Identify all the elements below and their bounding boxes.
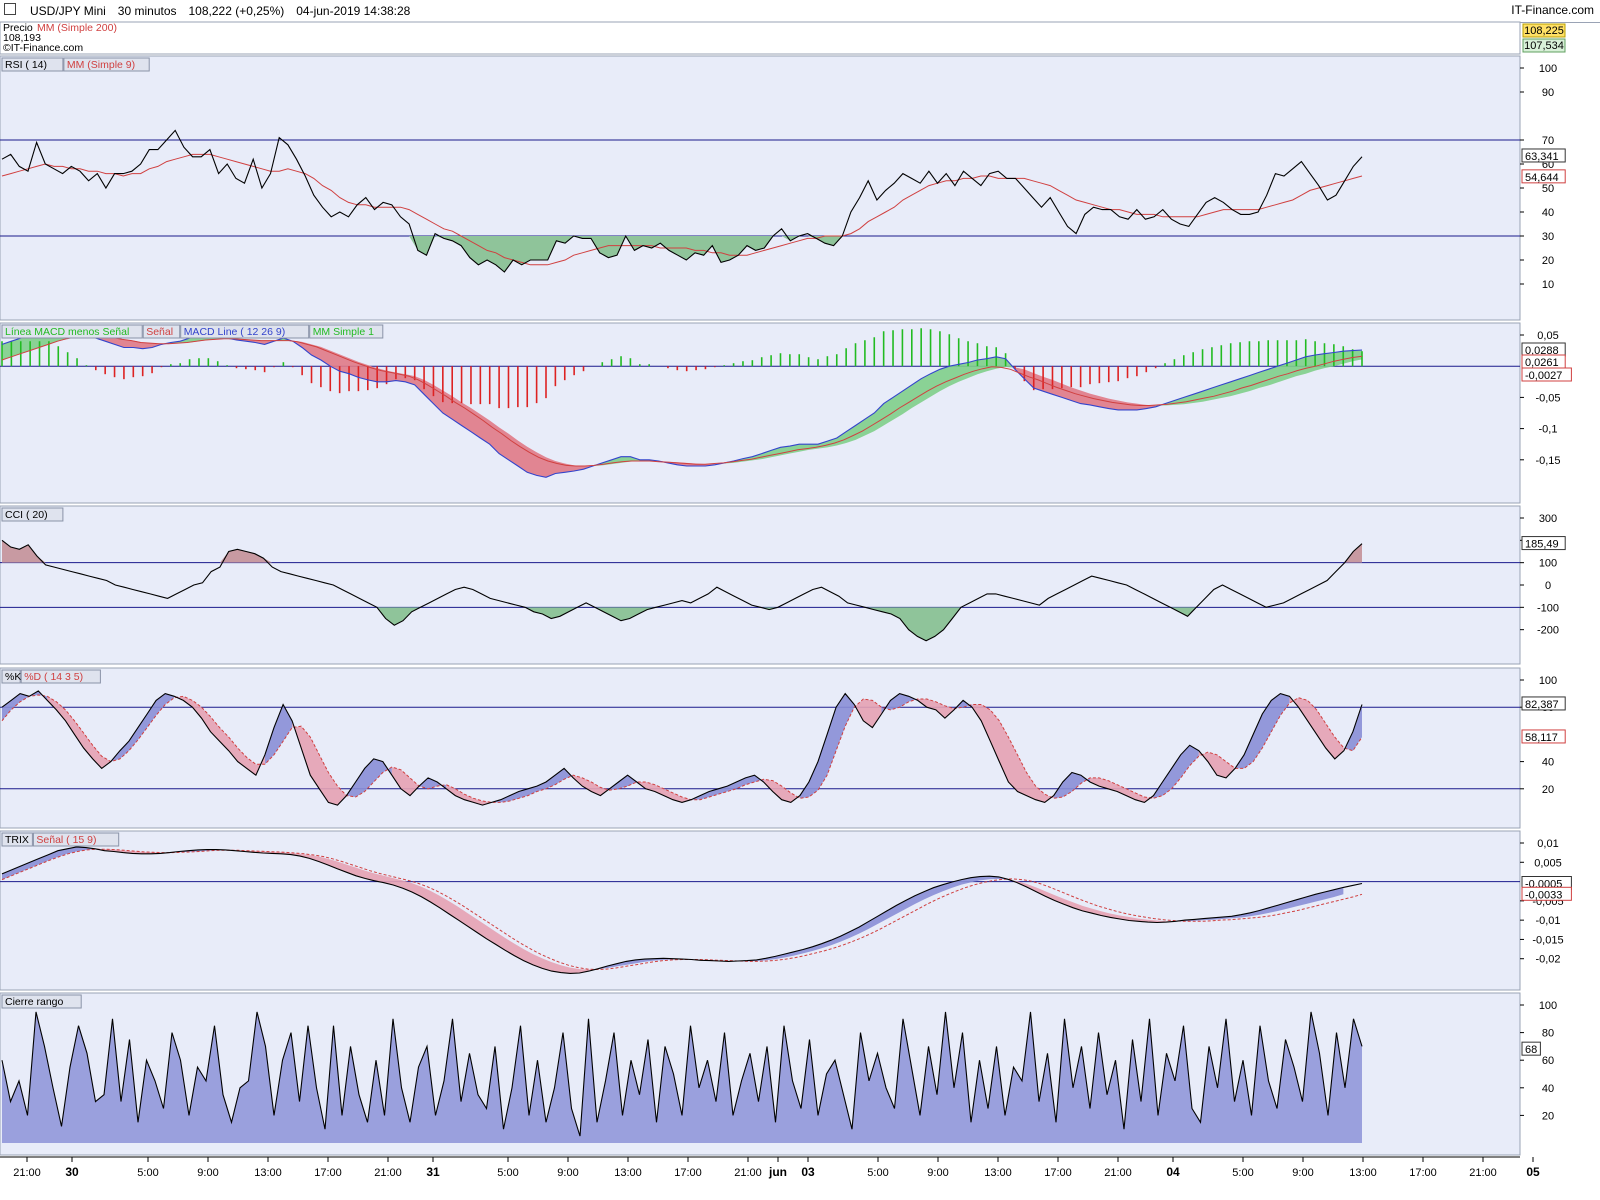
rsi-current-badge: 63,341 [1525,151,1559,163]
trix-ytick-label: -0,02 [1535,954,1560,966]
macd-current-badge: 0,0261 [1525,357,1559,369]
cci-ytick-label: -200 [1537,625,1559,637]
x-tick-label: 21:00 [734,1167,762,1179]
x-tick-label: 17:00 [314,1167,342,1179]
x-tick-label: 17:00 [1044,1167,1072,1179]
trix-current-badge: -0,0033 [1525,889,1562,901]
price-ma-legend: MM (Simple 200) [37,22,117,34]
x-tick-label: 04 [1166,1165,1180,1179]
stochastic-ytick-label: 100 [1539,675,1557,687]
x-tick-label: 13:00 [254,1167,282,1179]
rsi-panel-bg [0,55,1521,321]
rsi-ytick-label: 100 [1539,63,1557,75]
x-tick-label: 21:00 [1469,1167,1497,1179]
x-tick-label: 17:00 [674,1167,702,1179]
macd-ytick-label: -0,15 [1535,455,1560,467]
close_range-current-badge: 68 [1525,1044,1537,1056]
x-tick-label: 13:00 [614,1167,642,1179]
x-tick-label: 13:00 [984,1167,1012,1179]
macd-ytick-label: -0,1 [1539,424,1558,436]
rsi-ytick-label: 50 [1542,183,1554,195]
trix-legend-label: TRIX [5,834,29,846]
stochastic-current-badge: 58,117 [1525,732,1558,744]
stochastic-ytick-label: 20 [1542,784,1554,796]
macd-panel-bg [0,322,1521,504]
x-tick-label: 21:00 [13,1167,41,1179]
x-tick-label: 9:00 [197,1167,218,1179]
ma-badge: 107,534 [1524,40,1564,52]
close_range-legend-label: Cierre rango [5,996,64,1008]
cci-ytick-label: -100 [1537,602,1559,614]
trix-ytick-label: -0,01 [1535,915,1560,927]
x-tick-label: jun [768,1165,787,1179]
trix-ytick-label: 0,005 [1534,857,1562,869]
macd-legend-label: MACD Line ( 12 26 9) [184,326,286,338]
cci-current-badge: 185,49 [1525,539,1559,551]
stochastic-legend-label: %K [5,671,21,683]
macd-ytick-label: -0,05 [1535,392,1560,404]
stochastic-current-badge: 82,387 [1525,699,1559,711]
macd-ytick-label: 0,05 [1537,330,1558,342]
rsi-ytick-label: 20 [1542,255,1554,267]
close_range-ytick-label: 100 [1539,1000,1557,1012]
x-tick-label: 9:00 [557,1167,578,1179]
rsi-ytick-label: 90 [1542,87,1554,99]
close_range-ytick-label: 20 [1542,1110,1554,1122]
trix-ytick-label: 0,01 [1537,838,1558,850]
x-tick-label: 5:00 [867,1167,888,1179]
close_range-ytick-label: 40 [1542,1083,1554,1095]
close_range-ytick-label: 80 [1542,1028,1554,1040]
close_range-ytick-label: 60 [1542,1055,1554,1067]
x-tick-label: 9:00 [927,1167,948,1179]
macd-current-badge: -0,0027 [1525,370,1562,382]
trix-ytick-label: -0,015 [1532,934,1563,946]
cci-ytick-label: 300 [1539,513,1557,525]
x-tick-label: 5:00 [1232,1167,1253,1179]
cci-ytick-label: 100 [1539,558,1557,570]
rsi-ytick-label: 70 [1542,135,1554,147]
x-tick-label: 17:00 [1409,1167,1437,1179]
stochastic-legend-label: %D ( 14 3 5) [24,671,83,683]
rsi-legend-label: MM (Simple 9) [67,59,135,71]
x-tick-label: 5:00 [497,1167,518,1179]
trix-legend-label: Señal ( 15 9) [36,834,96,846]
chart-canvas[interactable]: Precio MM (Simple 200)108,193©IT-Finance.… [0,0,1600,1200]
x-tick-label: 5:00 [137,1167,158,1179]
x-tick-label: 30 [65,1165,79,1179]
rsi-ytick-label: 10 [1542,279,1554,291]
x-tick-label: 9:00 [1292,1167,1313,1179]
cci-legend-label: CCI ( 20) [5,509,48,521]
rsi-legend-label: RSI ( 14) [5,59,47,71]
rsi-ytick-label: 40 [1542,207,1554,219]
x-tick-label: 05 [1526,1165,1540,1179]
stochastic-ytick-label: 40 [1542,757,1554,769]
x-tick-label: 21:00 [1104,1167,1132,1179]
rsi-current-badge: 54,644 [1525,172,1559,184]
x-tick-label: 21:00 [374,1167,402,1179]
cci-panel-bg [0,505,1521,665]
x-tick-label: 13:00 [1349,1167,1377,1179]
trix-panel-bg [0,830,1521,991]
cci-ytick-label: 0 [1545,580,1551,592]
rsi-ytick-label: 30 [1542,231,1554,243]
price-badge: 108,225 [1524,25,1564,37]
copyright-text: ©IT-Finance.com [3,42,83,54]
x-tick-label: 03 [801,1165,815,1179]
price-panel-bg [0,21,1521,55]
x-tick-label: 31 [426,1165,440,1179]
macd-legend-label: MM Simple 1 [313,326,374,338]
macd-legend-label: Línea MACD menos Señal [5,326,129,338]
macd-legend-label: Señal [146,326,173,338]
